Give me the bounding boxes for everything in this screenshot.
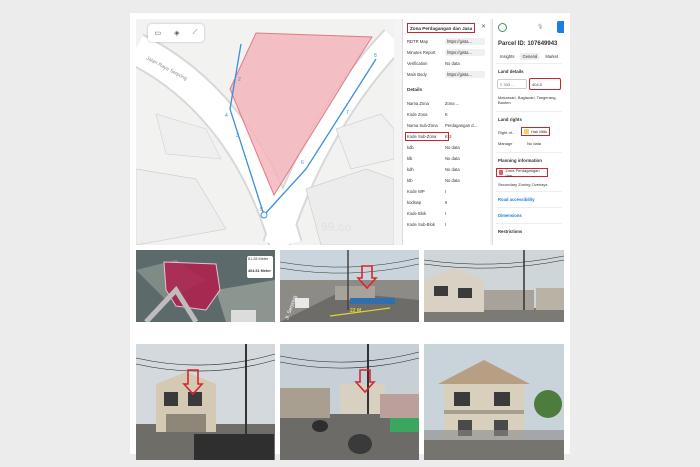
- ruler-icon[interactable]: ⟋: [193, 29, 198, 37]
- aerial-measure-box: 61.28 Meter 404.51 Meter: [247, 256, 273, 278]
- road-accessibility-link[interactable]: Road accessibility: [498, 197, 535, 202]
- link-value[interactable]: https://gista...: [445, 49, 485, 56]
- zone-title: Zona Perdagangan dan Jasa: [407, 23, 475, 33]
- tab-insights[interactable]: Insights: [498, 53, 516, 60]
- manage-value: No data: [527, 141, 542, 146]
- detail-row: Nama Zona Zona ...: [407, 101, 460, 106]
- street-photo-2: [280, 344, 419, 460]
- collage-frame: 99.co Jalan Raya Serpong 2 4 3 5 6 7 8 ▭…: [130, 13, 570, 460]
- detail-row: Verification No data: [407, 61, 460, 66]
- map-view[interactable]: 99.co Jalan Raya Serpong 2 4 3 5 6 7 8 ▭…: [136, 19, 394, 245]
- detail-row: kodswp II: [407, 200, 448, 205]
- building-photo-1: [424, 250, 564, 322]
- details-heading: Details: [407, 87, 423, 92]
- detail-row: Main Body https://gista...: [407, 70, 487, 79]
- distance-label: 22 M: [350, 308, 361, 314]
- app-logo-icon: [498, 22, 507, 32]
- detail-row: Kode Sub-Zona K-2: [407, 134, 452, 139]
- parcel-id: Parcel ID: 107649943: [498, 41, 558, 47]
- detail-row: Kode Sub-Blok I: [407, 222, 447, 227]
- divider: [496, 63, 562, 64]
- planning-zone-chip[interactable]: Zona Perdagangan dan...: [496, 167, 548, 178]
- dimensions-link[interactable]: Dimensions: [498, 213, 522, 218]
- building-area-field: 404.0: [529, 78, 561, 90]
- building-photo-3: [424, 344, 564, 460]
- divider: [496, 152, 562, 153]
- tab-market[interactable]: Market: [543, 53, 560, 60]
- land-area-field: ≡ 333 ...: [497, 79, 527, 89]
- parcel-tabs: Insights General Market: [498, 53, 560, 60]
- detail-row: kdh No data: [407, 167, 460, 172]
- tab-general[interactable]: General: [520, 53, 540, 60]
- detail-row: klb No data: [407, 156, 460, 161]
- right-value-chip: Hak Milik: [521, 127, 551, 136]
- detail-row: kdb No data: [407, 145, 460, 150]
- land-rights-heading: Land rights: [498, 117, 522, 122]
- map-toolbar: ▭ ◈ ⟋: [148, 24, 204, 42]
- divider: [496, 191, 562, 192]
- detail-row: Nama Sub-Zona Perdagangan d...: [407, 123, 478, 128]
- divider: [496, 207, 562, 208]
- aerial-photo: 61.28 Meter 404.51 Meter: [136, 250, 275, 322]
- address-text: Mekarsari, Baglacari, Tangerang, Banten: [498, 95, 557, 105]
- square-icon: [524, 129, 529, 134]
- link-value[interactable]: https://gista...: [445, 71, 485, 78]
- detail-row: Kode Blok I: [407, 211, 447, 216]
- land-details-heading: Land details: [498, 69, 524, 74]
- street-photo-1: Jl. Serpong 22 M: [280, 250, 419, 322]
- svg-text:99.co: 99.co: [321, 220, 352, 234]
- parcel-panel: 🎙 Parcel ID: 107649943 Insights General …: [492, 19, 564, 245]
- right-of-label: Right of...: [498, 130, 516, 135]
- planning-zone-label: Zona Perdagangan dan...: [505, 167, 540, 178]
- detail-row: Minutes Report https://gista...: [407, 48, 487, 57]
- layers-icon[interactable]: ▭: [155, 29, 162, 37]
- detail-row: RDTR Map https://gista...: [407, 37, 487, 46]
- right-value: Hak Milik: [531, 129, 548, 134]
- detail-row: Kode Zona K: [407, 112, 448, 117]
- close-icon[interactable]: ✕: [481, 23, 486, 30]
- planning-heading: Planning information: [498, 158, 542, 163]
- zone-color-icon: [499, 170, 504, 175]
- mic-icon[interactable]: 🎙: [537, 24, 543, 30]
- restrictions-link[interactable]: Restrictions: [498, 229, 522, 234]
- detail-row: Kode WP I: [407, 189, 447, 194]
- link-value[interactable]: https://gista...: [445, 38, 485, 45]
- building-photo-2: [136, 344, 275, 460]
- divider: [496, 111, 562, 112]
- app-screenshot: 99.co Jalan Raya Serpong 2 4 3 5 6 7 8 ▭…: [136, 19, 564, 245]
- manage-label: Manage: [498, 141, 513, 146]
- search-button[interactable]: [557, 21, 564, 33]
- zone-details-panel: Zona Perdagangan dan Jasa ✕ RDTR Map http…: [402, 19, 490, 245]
- measure-label: 404.51 Meter: [248, 269, 271, 273]
- secondary-zoning-label: Secondary Zoning Overlays: [498, 182, 548, 187]
- measure-label: 61.28 Meter: [248, 257, 269, 261]
- stack-icon[interactable]: ◈: [174, 29, 179, 37]
- divider: [496, 223, 562, 224]
- detail-row: ktb No data: [407, 178, 460, 183]
- parcel-header: 🎙: [493, 19, 564, 35]
- map-canvas: 99.co: [136, 19, 394, 245]
